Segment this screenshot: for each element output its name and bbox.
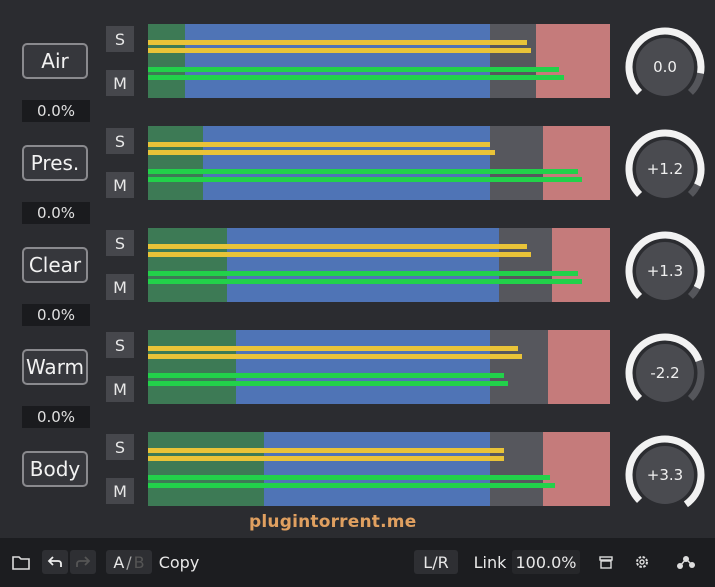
lr-button[interactable]: L/R	[414, 550, 458, 574]
level-bar-green	[148, 169, 578, 174]
band-percent-readout: 0.0%	[22, 100, 90, 122]
knob-value-label: +3.3	[646, 466, 684, 484]
gain-knob[interactable]: +1.3	[624, 230, 706, 312]
level-bar-yellow	[148, 252, 532, 257]
level-bar-yellow	[148, 456, 504, 461]
band-meter	[148, 24, 610, 98]
solo-button[interactable]: S	[106, 434, 134, 460]
footer-toolbar: A / B Copy L/R Link 100.0%	[0, 538, 715, 587]
meter-red-zone	[552, 228, 610, 302]
ab-separator: /	[126, 552, 132, 572]
meter-blue-zone	[184, 24, 490, 98]
ab-a-label: A	[113, 552, 125, 572]
meter-gray-zone	[489, 330, 548, 404]
level-bar-green	[148, 271, 578, 276]
meter-red-zone	[543, 432, 610, 506]
settings-icon[interactable]	[630, 550, 654, 574]
meter-red-zone	[543, 126, 610, 200]
knob-value-label: +1.2	[646, 160, 684, 178]
band-row: Air 0.0% S M 0.0	[0, 22, 715, 124]
mute-button[interactable]: M	[106, 172, 134, 198]
gain-knob[interactable]: +1.2	[624, 128, 706, 210]
level-bar-green	[148, 67, 560, 72]
meter-green-zone	[148, 228, 227, 302]
level-bar-green	[148, 279, 583, 284]
meter-blue-zone	[203, 126, 490, 200]
band-row: Warm 0.0% S M -2.2	[0, 328, 715, 430]
level-bar-green	[148, 483, 555, 488]
level-bar-green	[148, 177, 583, 182]
copy-button[interactable]: Copy	[157, 550, 201, 574]
meter-red-zone	[547, 330, 610, 404]
level-bar-green	[148, 381, 509, 386]
band-meter	[148, 330, 610, 404]
level-bar-yellow	[148, 142, 490, 147]
band-percent-readout: 0.0%	[22, 304, 90, 326]
link-label: Link	[473, 552, 507, 572]
mute-button[interactable]: M	[106, 70, 134, 96]
solo-button[interactable]: S	[106, 230, 134, 256]
level-bar-yellow	[148, 354, 523, 359]
level-bar-yellow	[148, 150, 495, 155]
level-bar-green	[148, 475, 550, 480]
redo-button[interactable]	[70, 550, 96, 574]
nodes-icon[interactable]	[672, 550, 700, 574]
band-toggle-button[interactable]: Air	[22, 43, 88, 79]
undo-icon	[47, 556, 62, 567]
level-bar-green	[148, 75, 564, 80]
level-bar-green	[148, 373, 504, 378]
band-toggle-button[interactable]: Pres.	[22, 145, 88, 181]
level-bar-yellow	[148, 448, 504, 453]
meter-green-zone	[148, 24, 185, 98]
meter-green-zone	[148, 330, 236, 404]
band-meter	[148, 432, 610, 506]
mute-button[interactable]: M	[106, 376, 134, 402]
mute-button[interactable]: M	[106, 274, 134, 300]
solo-button[interactable]: S	[106, 26, 134, 52]
level-bar-yellow	[148, 40, 527, 45]
meter-red-zone	[536, 24, 610, 98]
band-toggle-button[interactable]: Body	[22, 451, 88, 487]
band-row: Pres. 0.0% S M +1.2	[0, 124, 715, 226]
ab-compare-button[interactable]: A / B	[106, 550, 152, 574]
compare-icon[interactable]	[594, 550, 618, 574]
level-bar-yellow	[148, 48, 532, 53]
meter-green-zone	[148, 126, 204, 200]
band-toggle-button[interactable]: Clear	[22, 247, 88, 283]
folder-icon[interactable]	[10, 550, 32, 574]
meter-gray-zone	[489, 126, 543, 200]
meter-gray-zone	[499, 228, 553, 302]
meter-blue-zone	[226, 228, 500, 302]
band-toggle-button[interactable]: Warm	[22, 349, 88, 385]
meter-blue-zone	[263, 432, 490, 506]
redo-icon	[76, 556, 91, 567]
level-bar-yellow	[148, 346, 518, 351]
knob-value-label: 0.0	[653, 58, 677, 76]
solo-button[interactable]: S	[106, 332, 134, 358]
meter-green-zone	[148, 432, 264, 506]
meter-gray-zone	[489, 24, 537, 98]
meter-gray-zone	[489, 432, 543, 506]
knob-value-label: +1.3	[646, 262, 684, 280]
band-percent-readout: 0.0%	[22, 406, 90, 428]
gain-knob[interactable]: 0.0	[624, 26, 706, 108]
undo-button[interactable]	[42, 550, 68, 574]
watermark-text: plugintorrent.me	[249, 512, 417, 532]
band-percent-readout: 0.0%	[22, 202, 90, 224]
mute-button[interactable]: M	[106, 478, 134, 504]
solo-button[interactable]: S	[106, 128, 134, 154]
band-meter	[148, 126, 610, 200]
knob-value-label: -2.2	[650, 364, 680, 382]
band-row: Clear 0.0% S M +1.3	[0, 226, 715, 328]
meter-blue-zone	[235, 330, 490, 404]
ab-b-label: B	[133, 552, 145, 572]
band-meter	[148, 228, 610, 302]
gain-knob[interactable]: +3.3	[624, 434, 706, 516]
level-bar-yellow	[148, 244, 527, 249]
gain-knob[interactable]: -2.2	[624, 332, 706, 414]
link-value-field[interactable]: 100.0%	[512, 550, 580, 574]
